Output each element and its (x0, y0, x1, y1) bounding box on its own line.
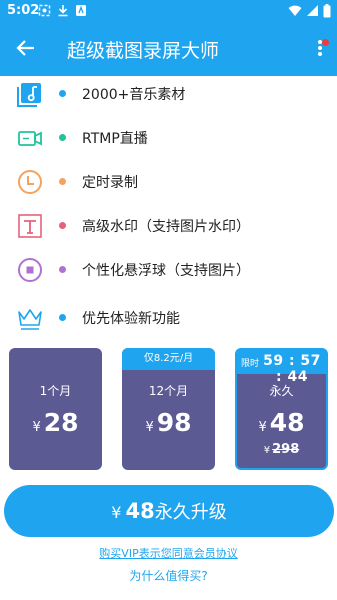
status-bar: 5:02 (0, 0, 337, 22)
feature-label: 优先体验新功能 (82, 311, 180, 327)
plan-card-1-month[interactable]: 1个月 ¥28 (9, 348, 102, 470)
feature-floating-ball: 个性化悬浮球（支持图片） (0, 248, 337, 292)
back-arrow-icon[interactable] (14, 36, 38, 60)
app-notification-icon (76, 5, 86, 16)
signal-icon (307, 5, 318, 16)
feature-bullet (59, 222, 66, 229)
currency-symbol: ¥ (258, 420, 267, 435)
feature-bullet (59, 266, 66, 273)
plan-price: ¥28 (9, 408, 102, 437)
plan-period: 永久 (269, 384, 294, 398)
status-notification-icons (38, 4, 87, 17)
crown-icon (18, 309, 42, 330)
why-worth-buying-link[interactable]: 为什么值得买? (0, 567, 337, 584)
screenshot-notification-icon (38, 4, 51, 17)
app-bar: 超级截图录屏大师 (0, 22, 337, 76)
upgrade-label: 永久升级 (154, 502, 227, 523)
floating-ball-icon (18, 258, 42, 282)
feature-new-features: 优先体验新功能 (0, 296, 337, 340)
page-title: 超级截图录屏大师 (67, 40, 220, 62)
plan-card-lifetime[interactable]: 限时 59 : 57 : 44 永久 ¥48 ¥298 (235, 348, 328, 470)
original-price-value: 298 (272, 442, 300, 457)
original-price: ¥298 (237, 442, 326, 457)
countdown-timer: 限时 59 : 57 : 44 (237, 350, 326, 385)
plan-period: 12个月 (148, 384, 189, 398)
plan-price-value: 28 (43, 408, 79, 437)
currency-symbol: ¥ (32, 420, 41, 435)
plan-card-12-months[interactable]: 仅8.2元/月 12个月 ¥98 (122, 348, 215, 470)
plan-period: 1个月 (39, 384, 72, 398)
feature-label: RTMP直播 (82, 131, 148, 147)
text-watermark-icon (18, 214, 42, 238)
timer-value: 59 : 57 : 44 (263, 353, 321, 385)
plan-price: ¥48 (237, 408, 326, 437)
download-icon (58, 5, 68, 17)
plan-discount-tag: 仅8.2元/月 (122, 348, 215, 370)
feature-watermark: 高级水印（支持图片水印） (0, 204, 337, 248)
upgrade-button[interactable]: ¥48永久升级 (4, 485, 334, 537)
feature-bullet (59, 90, 66, 97)
timer-label: 限时 (241, 359, 260, 369)
feature-rtmp: RTMP直播 (0, 116, 337, 160)
currency-symbol: ¥ (145, 420, 154, 435)
upgrade-price: 48 (125, 499, 155, 523)
feature-label: 定时录制 (82, 175, 138, 191)
music-library-icon (17, 83, 41, 107)
feature-label: 个性化悬浮球（支持图片） (82, 263, 250, 279)
currency-symbol: ¥ (263, 445, 271, 456)
feature-label: 2000+音乐素材 (82, 87, 186, 103)
status-system-icons (288, 4, 331, 18)
plan-price-value: 98 (156, 408, 192, 437)
feature-timer: 定时录制 (0, 160, 337, 204)
plan-price-value: 48 (269, 408, 305, 437)
feature-label: 高级水印（支持图片水印） (82, 219, 250, 235)
plan-price: ¥98 (122, 408, 215, 437)
currency-symbol: ¥ (111, 503, 122, 522)
clock-icon (18, 170, 42, 194)
feature-bullet (59, 314, 66, 321)
feature-bullet (59, 178, 66, 185)
feature-music: 2000+音乐素材 (0, 72, 337, 116)
status-time: 5:02 (7, 3, 40, 18)
wifi-icon (288, 5, 302, 16)
battery-icon (323, 4, 331, 18)
notification-dot (322, 39, 329, 46)
video-camera-icon (18, 131, 42, 146)
membership-agreement-link[interactable]: 购买VIP表示您同意会员协议 (0, 545, 337, 561)
feature-bullet (59, 134, 66, 141)
